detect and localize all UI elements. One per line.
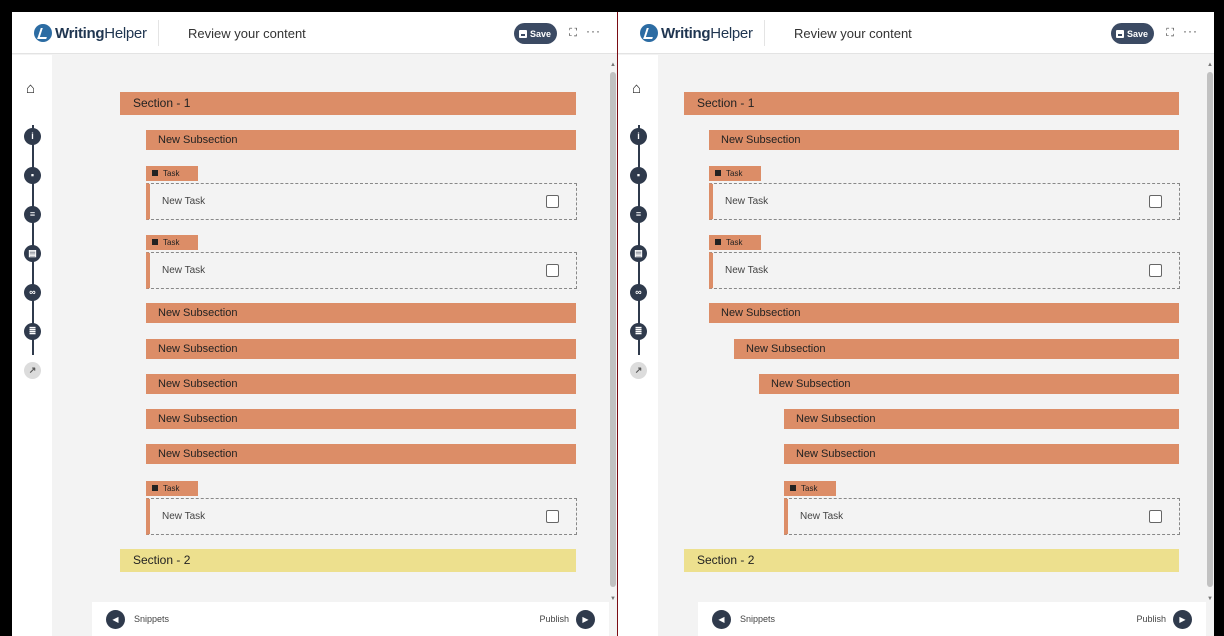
- snippets-link[interactable]: Snippets: [740, 614, 775, 624]
- task-tab-label: Task: [801, 484, 818, 493]
- vertical-scrollbar[interactable]: ▲ ▼: [609, 62, 616, 602]
- subsection[interactable]: New Subsection: [709, 130, 1179, 150]
- task-tab[interactable]: Task: [146, 235, 198, 250]
- section-2[interactable]: Section - 2: [120, 549, 576, 572]
- section-1[interactable]: Section - 1: [120, 92, 576, 115]
- task-item[interactable]: New Task: [709, 252, 1180, 289]
- publish-link[interactable]: Publish: [1136, 614, 1166, 624]
- task-checkbox-icon: [152, 170, 158, 176]
- task-label: New Task: [162, 511, 206, 522]
- task-checkbox-icon: [152, 485, 158, 491]
- task-checkbox[interactable]: [546, 510, 559, 523]
- subsection[interactable]: New Subsection: [734, 339, 1179, 359]
- task-checkbox-icon: [790, 485, 796, 491]
- previous-icon[interactable]: ◀: [106, 610, 125, 629]
- task-checkbox[interactable]: [1149, 264, 1162, 277]
- section-1[interactable]: Section - 1: [684, 92, 1179, 115]
- subsection[interactable]: New Subsection: [759, 374, 1179, 394]
- next-icon[interactable]: ▶: [1173, 610, 1192, 629]
- task-label: New Task: [162, 265, 206, 276]
- subsection[interactable]: New Subsection: [709, 303, 1179, 323]
- task-checkbox[interactable]: [546, 264, 559, 277]
- footer-bar: ◀ Snippets Publish ▶: [698, 602, 1206, 636]
- task-label: New Task: [725, 265, 769, 276]
- task-item[interactable]: New Task: [709, 183, 1180, 220]
- subsection[interactable]: New Subsection: [146, 339, 576, 359]
- task-tab[interactable]: Task: [146, 166, 198, 181]
- task-checkbox-icon: [715, 170, 721, 176]
- right-pane: Writing Helper Review your content Save ⛶…: [618, 12, 1214, 636]
- task-checkbox[interactable]: [546, 195, 559, 208]
- task-label: New Task: [725, 196, 769, 207]
- snippets-link[interactable]: Snippets: [134, 614, 169, 624]
- scrollbar-thumb[interactable]: [610, 72, 616, 587]
- task-item[interactable]: New Task: [146, 183, 577, 220]
- task-tab-label: Task: [726, 169, 743, 178]
- subsection[interactable]: New Subsection: [146, 374, 576, 394]
- task-tab[interactable]: Task: [709, 166, 761, 181]
- outline-canvas: Section - 1 New Subsection Task New Task…: [618, 12, 1214, 636]
- vertical-scrollbar[interactable]: ▲ ▼: [1206, 62, 1213, 602]
- subsection[interactable]: New Subsection: [146, 444, 576, 464]
- subsection[interactable]: New Subsection: [146, 303, 576, 323]
- task-label: New Task: [800, 511, 844, 522]
- task-tab-label: Task: [163, 238, 180, 247]
- task-item[interactable]: New Task: [784, 498, 1180, 535]
- task-tab-label: Task: [163, 169, 180, 178]
- scroll-down-icon[interactable]: ▼: [610, 596, 616, 602]
- task-checkbox[interactable]: [1149, 195, 1162, 208]
- scroll-up-icon[interactable]: ▲: [1207, 62, 1213, 68]
- scroll-down-icon[interactable]: ▼: [1207, 596, 1213, 602]
- task-checkbox-icon: [715, 239, 721, 245]
- section-2[interactable]: Section - 2: [684, 549, 1179, 572]
- outline-canvas: Section - 1 New Subsection Task New Task…: [12, 12, 617, 636]
- task-checkbox-icon: [152, 239, 158, 245]
- scrollbar-thumb[interactable]: [1207, 72, 1213, 587]
- task-tab[interactable]: Task: [784, 481, 836, 496]
- subsection[interactable]: New Subsection: [146, 130, 576, 150]
- task-tab[interactable]: Task: [146, 481, 198, 496]
- task-tab-label: Task: [163, 484, 180, 493]
- subsection[interactable]: New Subsection: [784, 409, 1179, 429]
- task-item[interactable]: New Task: [146, 252, 577, 289]
- previous-icon[interactable]: ◀: [712, 610, 731, 629]
- next-icon[interactable]: ▶: [576, 610, 595, 629]
- footer-bar: ◀ Snippets Publish ▶: [92, 602, 609, 636]
- task-tab-label: Task: [726, 238, 743, 247]
- task-item[interactable]: New Task: [146, 498, 577, 535]
- task-tab[interactable]: Task: [709, 235, 761, 250]
- task-label: New Task: [162, 196, 206, 207]
- publish-link[interactable]: Publish: [539, 614, 569, 624]
- left-pane: Writing Helper Review your content Save ⛶…: [12, 12, 617, 636]
- subsection[interactable]: New Subsection: [784, 444, 1179, 464]
- scroll-up-icon[interactable]: ▲: [610, 62, 616, 68]
- subsection[interactable]: New Subsection: [146, 409, 576, 429]
- task-checkbox[interactable]: [1149, 510, 1162, 523]
